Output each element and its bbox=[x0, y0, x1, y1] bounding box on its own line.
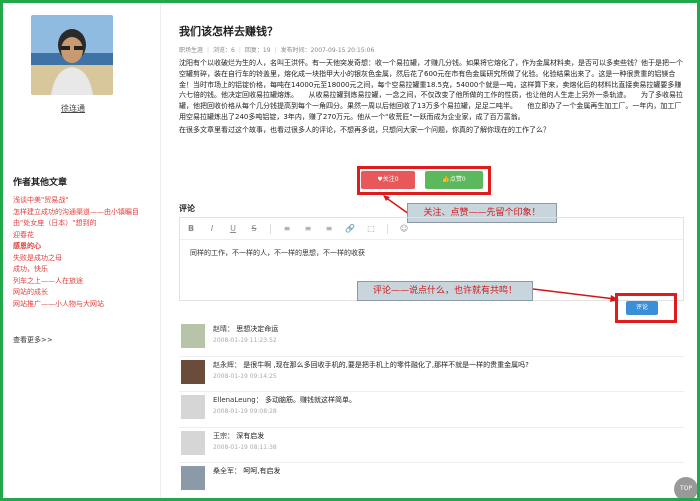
commenter-name[interactable]: 赵晴 bbox=[213, 325, 227, 333]
other-articles-list: 浅谈中美"贸易战" 怎样建立成功的沟通渠道——由小镇瞩目 由"处女座（日本）"想… bbox=[13, 195, 158, 310]
article-views: 浏览：6 bbox=[213, 47, 235, 54]
article-main: 我们该怎样去赚钱？ 职场生涯 | 浏览：6 | 回复：19 | 发布时间：2007-09-1… bbox=[171, 3, 691, 498]
callout-arrow-icon bbox=[532, 288, 619, 302]
link-icon[interactable]: 🔗 bbox=[345, 224, 355, 233]
author-sidebar: 徐连通 作者其他文章 浅谈中美"贸易战" 怎样建立成功的沟通渠道——由小镇瞩目 … bbox=[3, 3, 161, 498]
align-right-icon[interactable]: ≡ bbox=[324, 224, 334, 233]
comment-callout: 评论——说点什么，也许就有共鸣！ bbox=[357, 281, 533, 301]
italic-icon[interactable]: I bbox=[207, 224, 217, 233]
comment-item: EllenaLeung： 多动脑筋。赚钱就这样简单。 2008-01-19 09… bbox=[179, 392, 684, 428]
comment-item: 桑全军： 呵呵,有启发 bbox=[179, 463, 684, 498]
emoji-icon[interactable]: ☺ bbox=[399, 224, 409, 233]
other-article-link[interactable]: 浅谈中美"贸易战" bbox=[13, 195, 158, 207]
article-published: 发布时间：2007-09-15 20:15:06 bbox=[280, 47, 375, 54]
comment-text: 深有启发 bbox=[236, 431, 265, 440]
align-left-icon[interactable]: ≡ bbox=[282, 224, 292, 233]
follow-button[interactable]: ♥关注0 bbox=[361, 171, 415, 189]
other-article-link[interactable]: 网站的成长 bbox=[13, 287, 158, 299]
other-articles-heading: 作者其他文章 bbox=[13, 178, 68, 188]
author-avatar[interactable] bbox=[31, 15, 113, 95]
commenter-name[interactable]: EllenaLeung bbox=[213, 396, 256, 404]
comment-list: 赵晴： 思想决定命运 2008-01-19 11:23:52 赵永辉： 是很牛啊… bbox=[179, 321, 684, 498]
article-page: 徐连通 作者其他文章 浅谈中美"贸易战" 怎样建立成功的沟通渠道——由小镇瞩目 … bbox=[3, 3, 697, 498]
comment-time: 2008-01-19 11:23:52 bbox=[213, 337, 277, 344]
toolbar-divider bbox=[387, 223, 388, 234]
article-meta: 职场生涯 | 浏览：6 | 回复：19 | 发布时间：2007-09-15 20:15:06 bbox=[179, 47, 375, 54]
commenter-name[interactable]: 桑全军 bbox=[213, 467, 234, 475]
commenter-avatar[interactable] bbox=[181, 359, 205, 384]
comment-text: 思想决定命运 bbox=[236, 325, 279, 333]
article-replies: 回复：19 bbox=[244, 47, 271, 54]
editor-toolbar: B I U S ≡ ≡ ≡ 🔗 ⬚ ☺ bbox=[180, 218, 683, 240]
like-button[interactable]: 👍点赞0 bbox=[425, 171, 483, 189]
commenter-avatar[interactable] bbox=[181, 466, 205, 490]
comment-heading: 评论 bbox=[179, 204, 195, 213]
other-article-link[interactable]: 怎样建立成功的沟通渠道——由小镇瞩目 bbox=[13, 207, 158, 219]
other-article-link[interactable]: 感恩的心 bbox=[13, 241, 158, 253]
comment-input[interactable]: 同样的工作，不一样的人，不一样的思想，不一样的收获 bbox=[180, 240, 683, 266]
commenter-avatar[interactable] bbox=[181, 430, 205, 455]
other-article-link[interactable]: 失败是成功之母 bbox=[13, 253, 158, 265]
comment-item: 赵晴： 思想决定命运 2008-01-19 11:23:52 bbox=[179, 321, 684, 357]
other-article-link[interactable]: 成功，快乐 bbox=[13, 264, 158, 276]
commenter-avatar[interactable] bbox=[181, 324, 205, 348]
article-category[interactable]: 职场生涯 bbox=[179, 47, 203, 54]
bold-icon[interactable]: B bbox=[186, 224, 196, 233]
comment-item: 王宗： 深有启发 2008-01-19 08:11:38 bbox=[179, 428, 684, 463]
commenter-avatar[interactable] bbox=[181, 395, 205, 419]
underline-icon[interactable]: U bbox=[228, 224, 238, 233]
author-name[interactable]: 徐连通 bbox=[33, 103, 113, 114]
submit-comment-button[interactable]: 评论 bbox=[626, 301, 658, 315]
comment-text: 是很牛啊 ,现在那么多回收手机的,要是把手机上的零件融化了,那样不就是一样的贵重… bbox=[243, 360, 529, 369]
comment-time: 2008-01-19 09:14:25 bbox=[213, 372, 277, 380]
other-article-link[interactable]: 列车之上——人在旅途 bbox=[13, 276, 158, 288]
comment-text: 呵呵,有启发 bbox=[243, 467, 281, 475]
align-center-icon[interactable]: ≡ bbox=[303, 224, 313, 233]
back-to-top-button[interactable]: TOP bbox=[674, 477, 697, 498]
strikethrough-icon[interactable]: S bbox=[249, 224, 259, 233]
comment-text: 多动脑筋。赚钱就这样简单。 bbox=[264, 396, 356, 404]
comment-time: 2008-01-19 09:08:28 bbox=[213, 408, 277, 415]
other-article-link[interactable]: 网站推广——小人物与大网站 bbox=[13, 299, 158, 311]
view-more-link[interactable]: 查看更多>> bbox=[13, 335, 53, 345]
toolbar-divider bbox=[270, 223, 271, 234]
commenter-name[interactable]: 王宗 bbox=[213, 432, 227, 440]
image-icon[interactable]: ⬚ bbox=[366, 224, 376, 233]
article-title: 我们该怎样去赚钱？ bbox=[179, 25, 278, 38]
comment-time: 2008-01-19 08:11:38 bbox=[213, 443, 277, 451]
article-paragraph: 沈阳有个以收破烂为生的人，名叫王洪怀。有一天他突发奇想：收一个易拉罐，才赚几分钱… bbox=[179, 59, 683, 121]
article-paragraph: 在很多文章里看过这个故事，也看过很多人的评论，不想再多说，只想问大家一个问题，你… bbox=[179, 125, 550, 134]
comment-item: 赵永辉： 是很牛啊 ,现在那么多回收手机的,要是把手机上的零件融化了,那样不就是… bbox=[179, 357, 684, 392]
other-article-link[interactable]: 由"处女座（日本）"想到的 bbox=[13, 218, 158, 230]
commenter-name[interactable]: 赵永辉 bbox=[213, 361, 234, 369]
other-article-link[interactable]: 迎春花 bbox=[13, 230, 158, 242]
article-body: 沈阳有个以收破烂为生的人，名叫王洪怀。有一天他突发奇想：收一个易拉罐，才赚几分钱… bbox=[179, 58, 684, 136]
